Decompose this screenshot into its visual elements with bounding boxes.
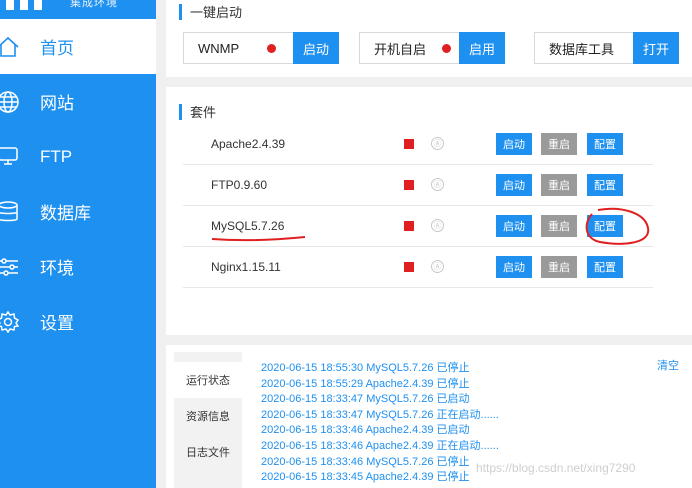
restart-button[interactable]: 重启 <box>541 174 577 196</box>
autostart-enable-button[interactable]: 启用 <box>459 32 505 64</box>
auto-start-icon[interactable]: Ⓐ <box>431 219 444 232</box>
start-button[interactable]: 启动 <box>496 174 532 196</box>
sidebar: 集成环境 首页 网站 FTP 数据库 环境 设置 <box>0 0 156 488</box>
tab-resource-info[interactable]: 资源信息 <box>174 398 242 434</box>
gear-icon <box>0 310 20 334</box>
section-title: 一键启动 <box>179 2 242 21</box>
nav-item-database[interactable]: 数据库 <box>0 184 156 239</box>
wnmp-box: WNMP 启动 <box>183 32 339 64</box>
wnmp-label: WNMP <box>198 40 240 56</box>
status-dot <box>267 44 276 53</box>
auto-start-icon[interactable]: Ⓐ <box>431 260 444 273</box>
start-button[interactable]: 启动 <box>496 256 532 278</box>
nav-label: 设置 <box>40 314 74 333</box>
logo-icon <box>0 0 50 12</box>
database-icon <box>0 200 20 224</box>
start-button[interactable]: 启动 <box>496 215 532 237</box>
service-name: Nginx1.15.11 <box>211 260 281 274</box>
watermark-text: https://blog.csdn.net/xing7290 <box>476 461 636 475</box>
suite-row-nginx: Nginx1.15.11 Ⓐ 启动 重启 配置 <box>183 248 653 288</box>
restart-button[interactable]: 重启 <box>541 133 577 155</box>
nav-item-home[interactable]: 首页 <box>0 19 156 74</box>
db-tool-label: 数据库工具 <box>549 41 615 57</box>
restart-button[interactable]: 重启 <box>541 215 577 237</box>
tab-log-files[interactable]: 日志文件 <box>174 434 242 470</box>
log-line: 2020-06-15 18:55:30 MySQL5.7.26 已停止 <box>261 362 470 374</box>
nav-item-settings[interactable]: 设置 <box>0 294 156 349</box>
restart-button[interactable]: 重启 <box>541 256 577 278</box>
nav-label: FTP <box>40 146 73 166</box>
quick-start-panel: 一键启动 WNMP 启动 开机自启 启用 数据库工具 打开 <box>166 0 692 77</box>
config-button[interactable]: 配置 <box>587 174 623 196</box>
status-indicator <box>404 139 414 149</box>
nav-item-website[interactable]: 网站 <box>0 74 156 129</box>
log-tabs: 运行状态 资源信息 日志文件 <box>174 352 242 488</box>
nav-item-environment[interactable]: 环境 <box>0 239 156 294</box>
globe-icon <box>0 90 20 114</box>
log-line: 2020-06-15 18:33:47 MySQL5.7.26 正在启动....… <box>261 408 499 421</box>
config-button[interactable]: 配置 <box>587 256 623 278</box>
suite-row-mysql: MySQL5.7.26 Ⓐ 启动 重启 配置 <box>183 207 653 247</box>
log-line: 2020-06-15 18:33:47 MySQL5.7.26 已启动 <box>261 393 470 406</box>
db-tool-open-button[interactable]: 打开 <box>633 32 679 64</box>
status-dot <box>442 44 451 53</box>
start-button[interactable]: 启动 <box>496 133 532 155</box>
suite-panel: 套件 Apache2.4.39 Ⓐ 启动 重启 配置 FTP0.9.60 Ⓐ 启… <box>166 87 692 335</box>
nav-label: 首页 <box>40 39 74 58</box>
service-name: FTP0.9.60 <box>211 178 268 192</box>
server-icon <box>0 145 20 169</box>
config-button[interactable]: 配置 <box>587 133 623 155</box>
tab-run-status[interactable]: 运行状态 <box>174 362 242 398</box>
status-indicator <box>404 262 414 272</box>
suite-row-ftp: FTP0.9.60 Ⓐ 启动 重启 配置 <box>183 166 653 206</box>
log-line: 2020-06-15 18:55:29 Apache2.4.39 已停止 <box>261 377 470 390</box>
log-line: 2020-06-15 18:33:46 Apache2.4.39 已启动 <box>261 424 470 437</box>
brand-text: 集成环境 <box>70 0 118 9</box>
auto-start-icon[interactable]: Ⓐ <box>431 178 444 191</box>
log-line: 2020-06-15 18:33:46 Apache2.4.39 正在启动...… <box>261 439 499 452</box>
status-indicator <box>404 180 414 190</box>
config-button[interactable]: 配置 <box>587 215 623 237</box>
suite-title: 套件 <box>190 105 217 120</box>
nav-label: 网站 <box>40 94 74 113</box>
autostart-label: 开机自启 <box>374 41 427 57</box>
home-icon <box>0 35 20 59</box>
wnmp-start-button[interactable]: 启动 <box>293 32 339 64</box>
db-tool-box: 数据库工具 打开 <box>534 32 679 64</box>
section-title: 套件 <box>179 102 216 121</box>
clear-log-button[interactable]: 清空 <box>657 357 679 373</box>
nav-item-ftp[interactable]: FTP <box>0 129 156 184</box>
nav-label: 环境 <box>40 259 74 278</box>
quick-start-title: 一键启动 <box>190 5 243 20</box>
title-bar <box>179 103 182 120</box>
nav-label: 数据库 <box>40 204 91 223</box>
service-name: Apache2.4.39 <box>211 137 286 151</box>
title-bar <box>179 3 182 20</box>
status-indicator <box>404 221 414 231</box>
suite-row-apache: Apache2.4.39 Ⓐ 启动 重启 配置 <box>183 125 653 165</box>
sliders-icon <box>0 255 20 279</box>
auto-start-icon[interactable]: Ⓐ <box>431 137 444 150</box>
autostart-box: 开机自启 启用 <box>359 32 505 64</box>
service-name: MySQL5.7.26 <box>211 219 285 233</box>
